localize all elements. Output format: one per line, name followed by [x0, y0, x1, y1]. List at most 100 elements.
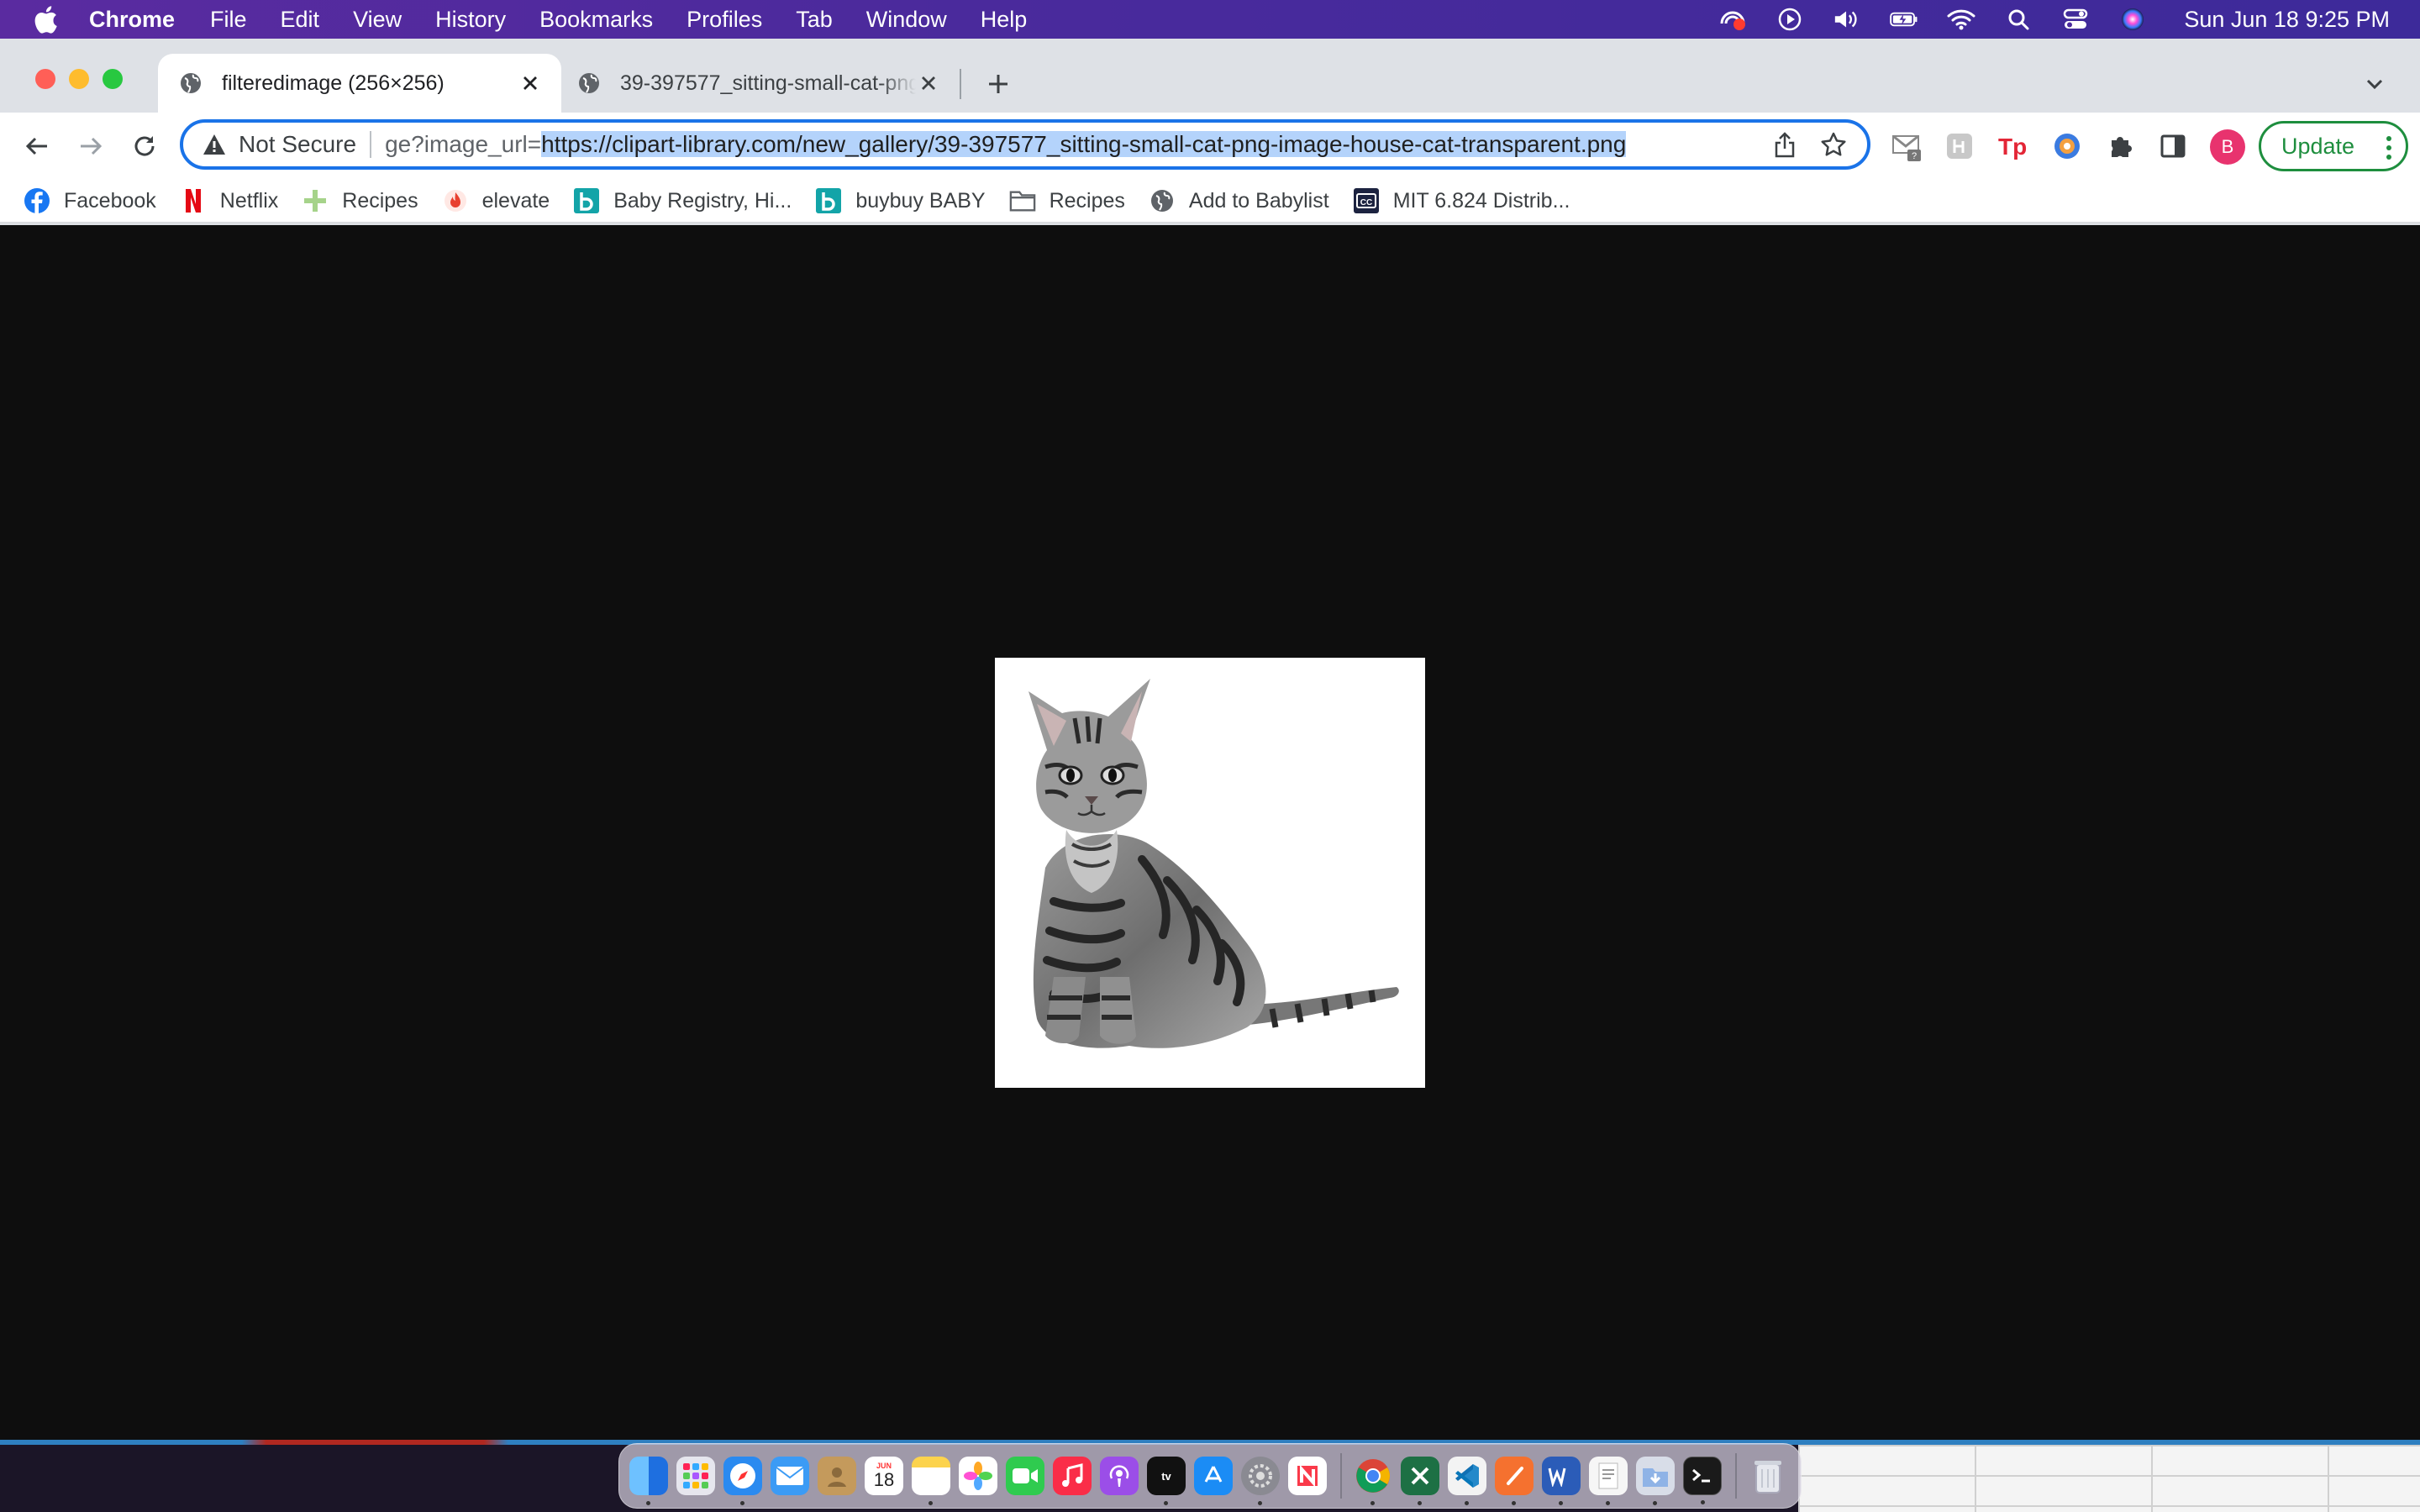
menu-edit[interactable]: Edit — [281, 7, 320, 33]
close-tab-icon[interactable] — [518, 71, 543, 96]
forward-arrow-icon — [81, 137, 103, 155]
downloads-folder-icon[interactable] — [1636, 1457, 1675, 1505]
bookmark-label: MIT 6.824 Distrib... — [1392, 188, 1570, 213]
music-icon[interactable] — [1053, 1457, 1092, 1495]
reload-button[interactable] — [128, 129, 161, 163]
battery-icon[interactable] — [1890, 5, 1918, 34]
bookmarks-bar: Facebook Netflix Recipes elevate Baby Re… — [0, 180, 2420, 223]
close-tab-icon[interactable] — [916, 71, 941, 96]
bookmark-mit-6824[interactable]: CC MIT 6.824 Distrib... — [1353, 187, 1570, 214]
menu-tab[interactable]: Tab — [796, 7, 833, 33]
sublime-text-icon[interactable] — [1495, 1457, 1534, 1505]
tp-extension-icon[interactable]: Tp — [1996, 129, 2030, 163]
launchpad-icon[interactable] — [676, 1457, 715, 1495]
photos-icon[interactable] — [959, 1457, 997, 1495]
bookmark-baby-registry[interactable]: Baby Registry, Hi... — [573, 187, 792, 214]
mail-icon[interactable] — [771, 1457, 809, 1495]
facetime-icon[interactable] — [1006, 1457, 1044, 1495]
update-button[interactable]: Update — [2259, 121, 2408, 171]
url-text[interactable]: ge?image_url=https://clipart-library.com… — [385, 131, 1770, 158]
globe-icon — [576, 71, 602, 96]
color-wheel-extension-icon[interactable] — [2050, 129, 2084, 163]
control-center-icon[interactable] — [2061, 5, 2090, 34]
menu-app-name[interactable]: Chrome — [89, 7, 175, 33]
security-status-label[interactable]: Not Secure — [239, 131, 356, 158]
tab-strip: filteredimage (256×256) 39-397577_sittin… — [0, 39, 2420, 113]
bookmark-facebook[interactable]: Facebook — [24, 187, 156, 214]
extensions-puzzle-icon[interactable] — [2104, 129, 2138, 163]
tab-cat-image[interactable]: 39-397577_sitting-small-cat-png — [565, 54, 960, 113]
macos-dock: JUN 18 tv — [618, 1443, 1802, 1509]
bookmark-netflix[interactable]: Netflix — [180, 187, 278, 214]
bookmark-elevate[interactable]: elevate — [442, 187, 550, 214]
side-panel-icon[interactable] — [2156, 129, 2190, 163]
spotlight-search-icon[interactable] — [2004, 5, 2033, 34]
globe-icon — [178, 71, 203, 96]
back-button[interactable] — [20, 129, 54, 163]
apple-tv-icon[interactable]: tv — [1147, 1457, 1186, 1505]
bookmark-label: Baby Registry, Hi... — [613, 188, 792, 213]
warning-triangle-icon[interactable] — [200, 130, 229, 159]
calendar-day: 18 — [873, 1469, 895, 1490]
extension-gray-icon[interactable] — [1943, 129, 1976, 163]
plus-icon — [989, 75, 1007, 93]
chrome-icon[interactable] — [1354, 1457, 1392, 1505]
bookmark-label: Recipes — [1049, 188, 1125, 213]
textedit-icon[interactable] — [1589, 1457, 1628, 1505]
excel-icon[interactable] — [1401, 1457, 1439, 1505]
app-store-icon[interactable] — [1194, 1457, 1233, 1495]
contacts-icon[interactable] — [818, 1457, 856, 1495]
notes-icon[interactable] — [912, 1457, 950, 1505]
svg-text:?: ? — [1912, 151, 1917, 161]
finder-icon[interactable] — [629, 1457, 668, 1505]
screen-record-icon[interactable] — [1718, 5, 1747, 34]
new-tab-button[interactable] — [981, 67, 1015, 101]
wifi-icon[interactable] — [1947, 5, 1975, 34]
menu-profiles[interactable]: Profiles — [687, 7, 762, 33]
status-area: Sun Jun 18 9:25 PM — [1718, 0, 2390, 39]
menu-file[interactable]: File — [210, 7, 247, 33]
menu-view[interactable]: View — [353, 7, 402, 33]
page-content — [0, 225, 2420, 1478]
window-close-button[interactable] — [35, 69, 55, 89]
trash-icon[interactable] — [1749, 1457, 1787, 1495]
bookmark-recipes[interactable]: Recipes — [302, 187, 418, 214]
apple-menu-icon[interactable] — [29, 3, 62, 36]
tab-search-button[interactable] — [2360, 69, 2390, 99]
bookmark-buybuy-baby[interactable]: buybuy BABY — [815, 187, 986, 214]
forward-button[interactable] — [74, 129, 108, 163]
babylist-icon — [573, 187, 600, 214]
calendar-icon[interactable]: JUN 18 — [865, 1457, 903, 1495]
address-bar[interactable]: Not Secure ge?image_url=https://clipart-… — [180, 119, 1870, 170]
url-prefix: ge?image_url= — [385, 131, 542, 157]
window-minimize-button[interactable] — [69, 69, 89, 89]
terminal-icon[interactable] — [1683, 1457, 1722, 1504]
news-icon[interactable] — [1288, 1457, 1327, 1495]
back-arrow-icon — [25, 137, 47, 155]
podcasts-icon[interactable] — [1100, 1457, 1139, 1495]
bookmark-star-icon[interactable] — [1818, 129, 1849, 160]
profile-avatar[interactable]: B — [2210, 129, 2245, 165]
siri-icon[interactable] — [2118, 5, 2147, 34]
cat-image[interactable] — [995, 658, 1425, 1088]
bookmark-add-to-babylist[interactable]: Add to Babylist — [1149, 187, 1329, 214]
safari-icon[interactable] — [723, 1457, 762, 1505]
menu-help[interactable]: Help — [981, 7, 1028, 33]
word-icon[interactable] — [1542, 1457, 1581, 1505]
tab-filteredimage[interactable]: filteredimage (256×256) — [158, 54, 561, 113]
menu-window[interactable]: Window — [866, 7, 947, 33]
babylist-icon — [815, 187, 842, 214]
menu-bar-clock[interactable]: Sun Jun 18 9:25 PM — [2184, 7, 2390, 33]
tab-separator — [960, 69, 961, 99]
play-icon[interactable] — [1776, 5, 1804, 34]
share-icon[interactable] — [1770, 129, 1800, 160]
menu-bookmarks[interactable]: Bookmarks — [539, 7, 653, 33]
menu-history[interactable]: History — [435, 7, 506, 33]
bookmark-folder-recipes[interactable]: Recipes — [1009, 187, 1125, 214]
volume-icon[interactable] — [1833, 5, 1861, 34]
system-settings-icon[interactable] — [1241, 1457, 1280, 1505]
vscode-icon[interactable] — [1448, 1457, 1486, 1505]
window-zoom-button[interactable] — [103, 69, 123, 89]
gmail-checker-extension-icon[interactable]: ? — [1891, 129, 1924, 163]
recipes-plus-icon — [302, 187, 329, 214]
